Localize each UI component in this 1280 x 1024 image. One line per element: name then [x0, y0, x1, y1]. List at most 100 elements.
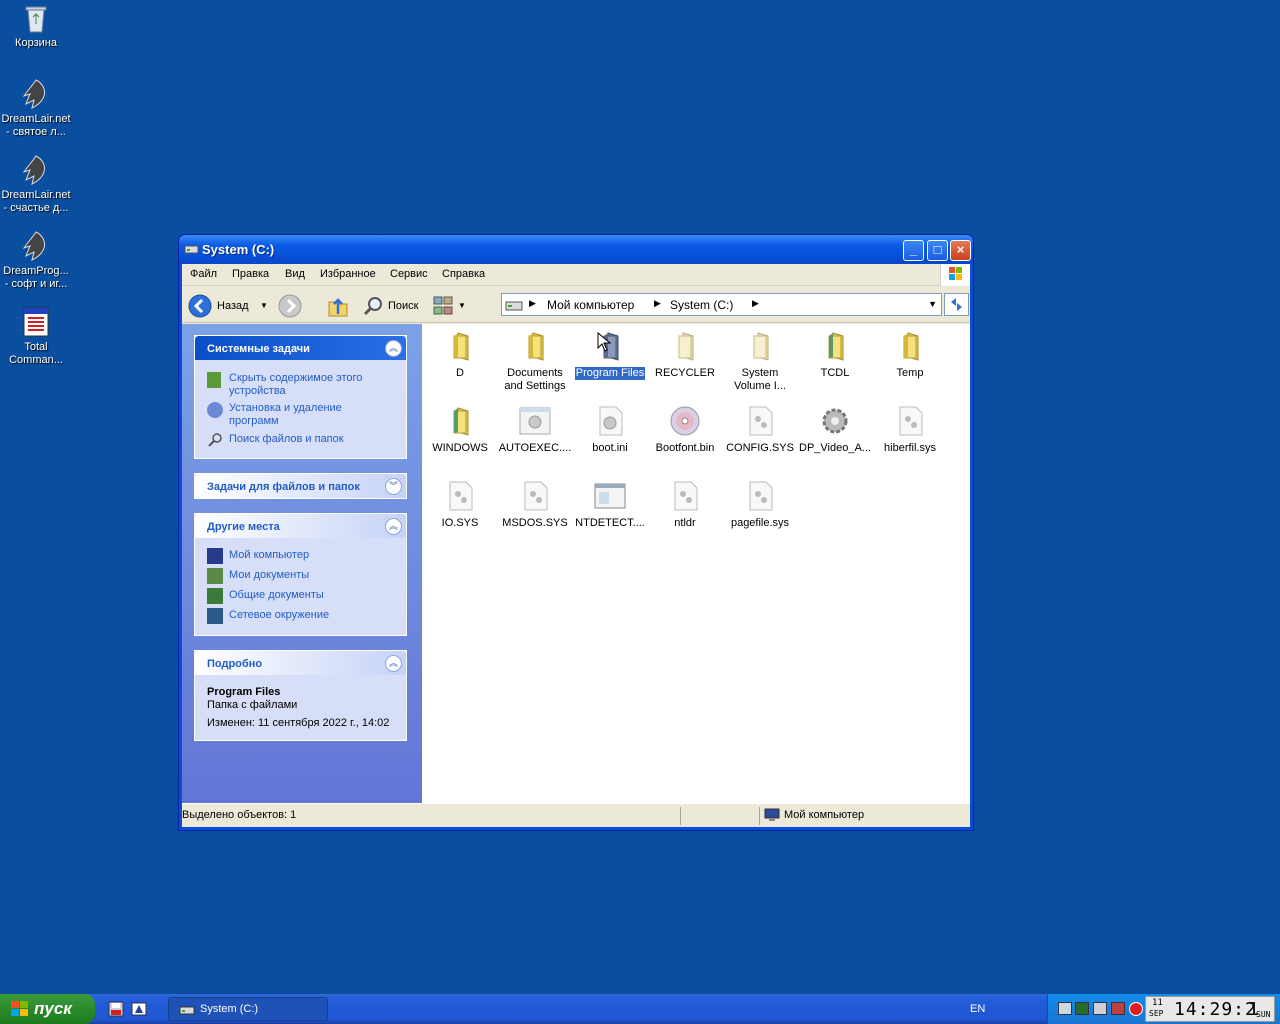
file-view: D Documents and Settings Program Files R… [422, 324, 970, 803]
panel-title: Системные задачи [207, 343, 310, 355]
file-item[interactable]: WINDOWS [422, 405, 498, 455]
menu-help[interactable]: Справка [442, 268, 485, 280]
tray-tool-icon[interactable] [1093, 1002, 1107, 1015]
menu-tools[interactable]: Сервис [390, 268, 428, 280]
views-button[interactable]: ▼ [432, 294, 466, 318]
place-my-documents[interactable]: Мои документы [229, 569, 309, 582]
address-dropdown-icon[interactable]: ▼ [928, 299, 937, 309]
settings-file-icon [599, 406, 623, 436]
language-indicator[interactable]: EN [970, 1003, 985, 1015]
tray-app-icon[interactable] [1075, 1002, 1089, 1015]
expand-icon[interactable]: ︾ [385, 478, 402, 495]
chevron-down-icon[interactable]: ▼ [260, 294, 268, 318]
desktop-icon-dreamprog[interactable]: DreamProg... - софт и иг... [0, 230, 72, 291]
application-icon [594, 483, 626, 509]
maximize-button[interactable]: □ [927, 240, 948, 261]
menu-favorites[interactable]: Избранное [320, 268, 376, 280]
status-divider [759, 807, 760, 825]
taskbar-window-button[interactable]: System (C:) [168, 997, 328, 1021]
file-item[interactable]: AUTOEXEC.... [497, 405, 573, 455]
tray-flag-icon[interactable] [1111, 1002, 1125, 1015]
other-places-header[interactable]: Другие места ︽ [195, 514, 406, 538]
menu-view[interactable]: Вид [285, 268, 305, 280]
collapse-icon[interactable]: ︽ [385, 340, 402, 357]
collapse-icon[interactable]: ︽ [385, 655, 402, 672]
file-item[interactable]: RECYCLER [647, 330, 723, 380]
clock-widget[interactable]: 11 SEP 14:29:2 1 SUN [1145, 996, 1275, 1022]
file-item[interactable]: pagefile.sys [722, 480, 798, 530]
menu-bar: Файл Правка Вид Избранное Сервис Справка [182, 264, 970, 286]
start-button[interactable]: пуск [0, 994, 95, 1024]
task-search-files[interactable]: Поиск файлов и папок [229, 433, 344, 446]
desktop-icon-label: DreamLair.net - счастье д... [1, 189, 71, 214]
back-arrow-icon [188, 294, 212, 318]
system-tasks-panel: Системные задачи ︽ Скрыть содержимое это… [194, 335, 407, 459]
desktop-icon-recycle-bin[interactable]: Корзина [0, 2, 72, 50]
file-item[interactable]: TCDL [797, 330, 873, 380]
system-tasks-header[interactable]: Системные задачи ︽ [195, 336, 406, 360]
search-label: Поиск [388, 300, 419, 312]
system-file-icon [899, 406, 923, 436]
file-item[interactable]: boot.ini [572, 405, 648, 455]
panel-title: Другие места [207, 521, 280, 533]
minimize-button[interactable]: _ [903, 240, 924, 261]
file-item[interactable]: hiberfil.sys [872, 405, 948, 455]
folder-icon [528, 332, 544, 361]
details-name: Program Files [207, 686, 281, 698]
place-my-computer[interactable]: Мой компьютер [229, 549, 309, 562]
tray-antivirus-icon[interactable] [1129, 1002, 1143, 1016]
search-icon [208, 433, 222, 447]
address-bar[interactable]: ▶ Мой компьютер ▶ System (C:) ▶ ▼ [501, 293, 942, 316]
file-item[interactable]: D [422, 330, 498, 380]
quick-launch-desktop-icon[interactable] [131, 1001, 147, 1017]
menu-edit[interactable]: Правка [232, 268, 269, 280]
menu-file[interactable]: Файл [190, 268, 217, 280]
network-places-icon [207, 608, 223, 624]
file-item[interactable]: NTDETECT.... [572, 480, 648, 530]
system-file-icon [749, 481, 773, 511]
file-item[interactable]: Temp [872, 330, 948, 380]
toolbar: Назад ▼ Поиск ▼ ▶ Мой компьютер ▶ System… [182, 287, 970, 323]
desktop-icon-total-commander[interactable]: Total Comman... [0, 306, 72, 367]
desktop-icon-dreamlair-1[interactable]: DreamLair.net - святое л... [0, 78, 72, 139]
file-item[interactable]: IO.SYS [422, 480, 498, 530]
my-documents-icon [207, 568, 223, 584]
up-folder-button[interactable] [326, 294, 352, 318]
breadcrumb-system-drive[interactable]: System (C:) [670, 298, 733, 312]
close-button[interactable]: × [950, 240, 971, 261]
file-item[interactable]: CONFIG.SYS [722, 405, 798, 455]
file-item[interactable]: DP_Video_A... [797, 405, 873, 455]
panel-title: Подробно [207, 658, 263, 670]
file-item[interactable]: System Volume I... [722, 330, 798, 393]
file-item[interactable]: Bootfont.bin [647, 405, 723, 455]
task-hide-contents[interactable]: Скрыть содержимое этого устройства [229, 372, 399, 398]
back-button[interactable]: Назад ▼ [188, 294, 268, 318]
search-button[interactable]: Поиск [362, 294, 424, 318]
place-shared-documents[interactable]: Общие документы [229, 589, 324, 602]
title-bar[interactable]: System (C:) _ □ × [179, 235, 973, 264]
total-commander-icon [23, 307, 49, 337]
my-computer-icon [207, 548, 223, 564]
views-icon [433, 296, 453, 315]
clock-weekday: SUN [1256, 1010, 1271, 1019]
desktop-icon-dreamlair-2[interactable]: DreamLair.net - счастье д... [0, 154, 72, 215]
file-item[interactable]: MSDOS.SYS [497, 480, 573, 530]
place-network[interactable]: Сетевое окружение [229, 609, 329, 622]
forward-button[interactable] [278, 294, 314, 318]
breadcrumb-my-computer[interactable]: Мой компьютер [547, 298, 634, 312]
refresh-button[interactable] [944, 293, 969, 316]
details-type: Папка с файлами [207, 699, 298, 711]
tray-network-icon[interactable] [1058, 1002, 1072, 1015]
breadcrumb-arrow-icon: ▶ [654, 298, 661, 308]
file-item[interactable]: Documents and Settings [497, 330, 573, 393]
task-add-remove-programs[interactable]: Установка и удаление программ [229, 402, 379, 428]
quick-launch-save-icon[interactable] [108, 1001, 124, 1017]
desktop-icon-label: DreamProg... - софт и иг... [3, 265, 69, 290]
details-header[interactable]: Подробно ︽ [195, 651, 406, 675]
recycle-bin-icon [25, 6, 47, 33]
collapse-icon[interactable]: ︽ [385, 518, 402, 535]
file-tasks-header[interactable]: Задачи для файлов и папок ︾ [195, 474, 406, 498]
drive-icon [179, 1006, 195, 1015]
file-item[interactable]: ntldr [647, 480, 723, 530]
settings-file-icon [822, 408, 848, 434]
